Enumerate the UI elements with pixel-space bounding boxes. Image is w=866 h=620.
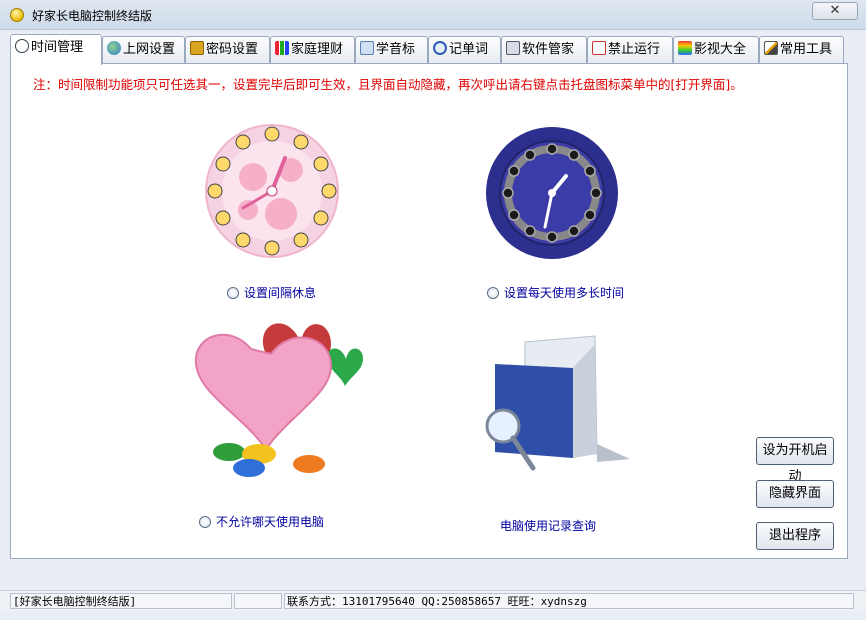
tab-password-settings[interactable]: 密码设置 — [185, 36, 270, 64]
globe-icon — [107, 41, 121, 55]
status-bar: [好家长电脑控制终结版] 联系方式：13101795640 QQ:2508586… — [0, 590, 866, 610]
close-button[interactable]: ✕ — [812, 2, 858, 20]
daily-limit-radio[interactable] — [487, 287, 499, 299]
notice-text: 注：时间限制功能项只可任选其一，设置完毕后即可生效，且界面自动隐藏，再次呼出请右… — [33, 77, 743, 92]
phonetics-icon — [360, 41, 374, 55]
exit-button[interactable]: 退出程序 — [756, 522, 834, 550]
cartoon-clock-image[interactable] — [203, 122, 341, 260]
tab-internet-settings[interactable]: 上网设置 — [102, 36, 185, 64]
interval-rest-option[interactable]: 设置间隔休息 — [227, 284, 317, 301]
tab-common-tools[interactable]: 常用工具 — [759, 36, 844, 64]
window-title: 好家长电脑控制终结版 — [32, 9, 153, 23]
title-bar: 好家长电脑控制终结版 ✕ — [0, 0, 866, 30]
status-spacer — [234, 593, 282, 609]
lock-icon — [190, 41, 204, 55]
tab-time-management[interactable]: 时间管理 — [10, 34, 102, 65]
hearts-image[interactable] — [181, 304, 381, 484]
interval-rest-radio[interactable] — [227, 287, 239, 299]
monitor-magnifier-image[interactable] — [485, 334, 635, 484]
tab-software-manager[interactable]: 软件管家 — [501, 36, 587, 64]
hide-button[interactable]: 隐藏界面 — [756, 480, 834, 508]
magnifier-icon — [433, 41, 447, 55]
forbidden-icon — [592, 41, 606, 55]
time-management-panel: 注：时间限制功能项只可任选其一，设置完毕后即可生效，且界面自动隐藏，再次呼出请右… — [10, 63, 848, 559]
tools-icon — [764, 41, 778, 55]
software-icon — [506, 41, 520, 55]
blue-clock-image[interactable] — [483, 124, 621, 262]
autostart-button[interactable]: 设为开机启动 — [756, 437, 834, 484]
status-contact: 联系方式：13101795640 QQ:250858657 旺旺：xydnszg — [284, 593, 854, 609]
tab-movies[interactable]: 影视大全 — [673, 36, 759, 64]
tab-phonetics[interactable]: 学音标 — [355, 36, 428, 64]
status-app-name: [好家长电脑控制终结版] — [10, 593, 232, 609]
tab-block-programs[interactable]: 禁止运行 — [587, 36, 673, 64]
bar-chart-icon — [275, 41, 289, 55]
disallow-day-option[interactable]: 不允许哪天使用电脑 — [199, 513, 325, 530]
tab-bar: 时间管理 上网设置 密码设置 家庭理财 学音标 记单词 软件管家 禁止运行 影视… — [10, 34, 850, 65]
app-icon — [10, 8, 24, 22]
usage-log-link[interactable]: 电脑使用记录查询 — [500, 517, 596, 534]
tab-vocabulary[interactable]: 记单词 — [428, 36, 501, 64]
stopwatch-icon — [15, 39, 29, 53]
film-icon — [678, 41, 692, 55]
daily-limit-option[interactable]: 设置每天使用多长时间 — [487, 284, 625, 301]
disallow-day-radio[interactable] — [199, 516, 211, 528]
tab-family-finance[interactable]: 家庭理财 — [270, 36, 355, 64]
